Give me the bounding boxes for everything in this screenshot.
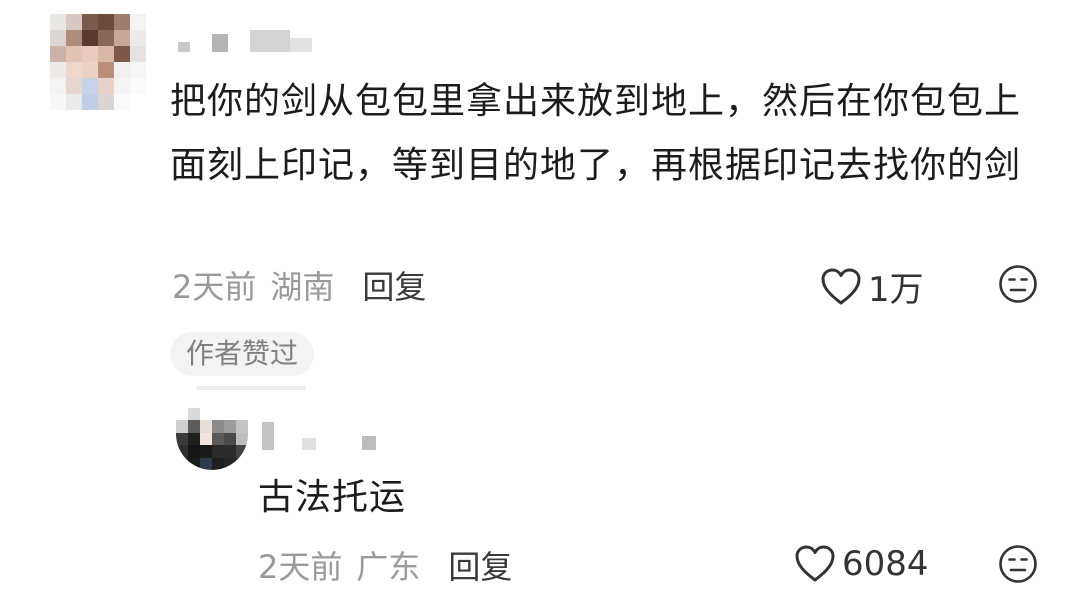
reply-button[interactable]: 回复 [362, 262, 426, 308]
meh-face-icon[interactable] [998, 544, 1038, 584]
commenter-avatar[interactable] [50, 14, 146, 110]
heart-outline-icon [795, 545, 835, 582]
comment-location: 湖南 [270, 268, 335, 306]
divider [196, 386, 306, 390]
reply-location: 广东 [356, 548, 421, 586]
reply-like-count: 6084 [842, 544, 929, 584]
like-count: 1万 [868, 270, 924, 310]
comment-meta: 2天前 湖南 回复 [172, 262, 426, 308]
like-button[interactable]: 1万 [820, 262, 924, 311]
replier-avatar[interactable] [176, 408, 248, 470]
replier-name-pixelated[interactable] [262, 422, 376, 450]
reply-meta: 2天前 广东 回复 [258, 542, 512, 588]
meh-face-icon[interactable] [998, 264, 1038, 304]
comment-time: 2天前 [172, 268, 257, 306]
reply-text: 古法托运 [258, 477, 407, 518]
reply-like-button[interactable]: 6084 [794, 544, 929, 584]
comment-text: 把你的剑从包包里拿出来放到地上，然后在你包包上面刻上印记，等到目的地了，再根据印… [170, 81, 1022, 186]
heart-outline-icon [821, 268, 861, 304]
commenter-name-pixelated[interactable] [178, 30, 312, 52]
reply-time: 2天前 [258, 548, 343, 586]
author-liked-badge: 作者赞过 [170, 332, 315, 376]
reply-reply-button[interactable]: 回复 [448, 542, 512, 588]
